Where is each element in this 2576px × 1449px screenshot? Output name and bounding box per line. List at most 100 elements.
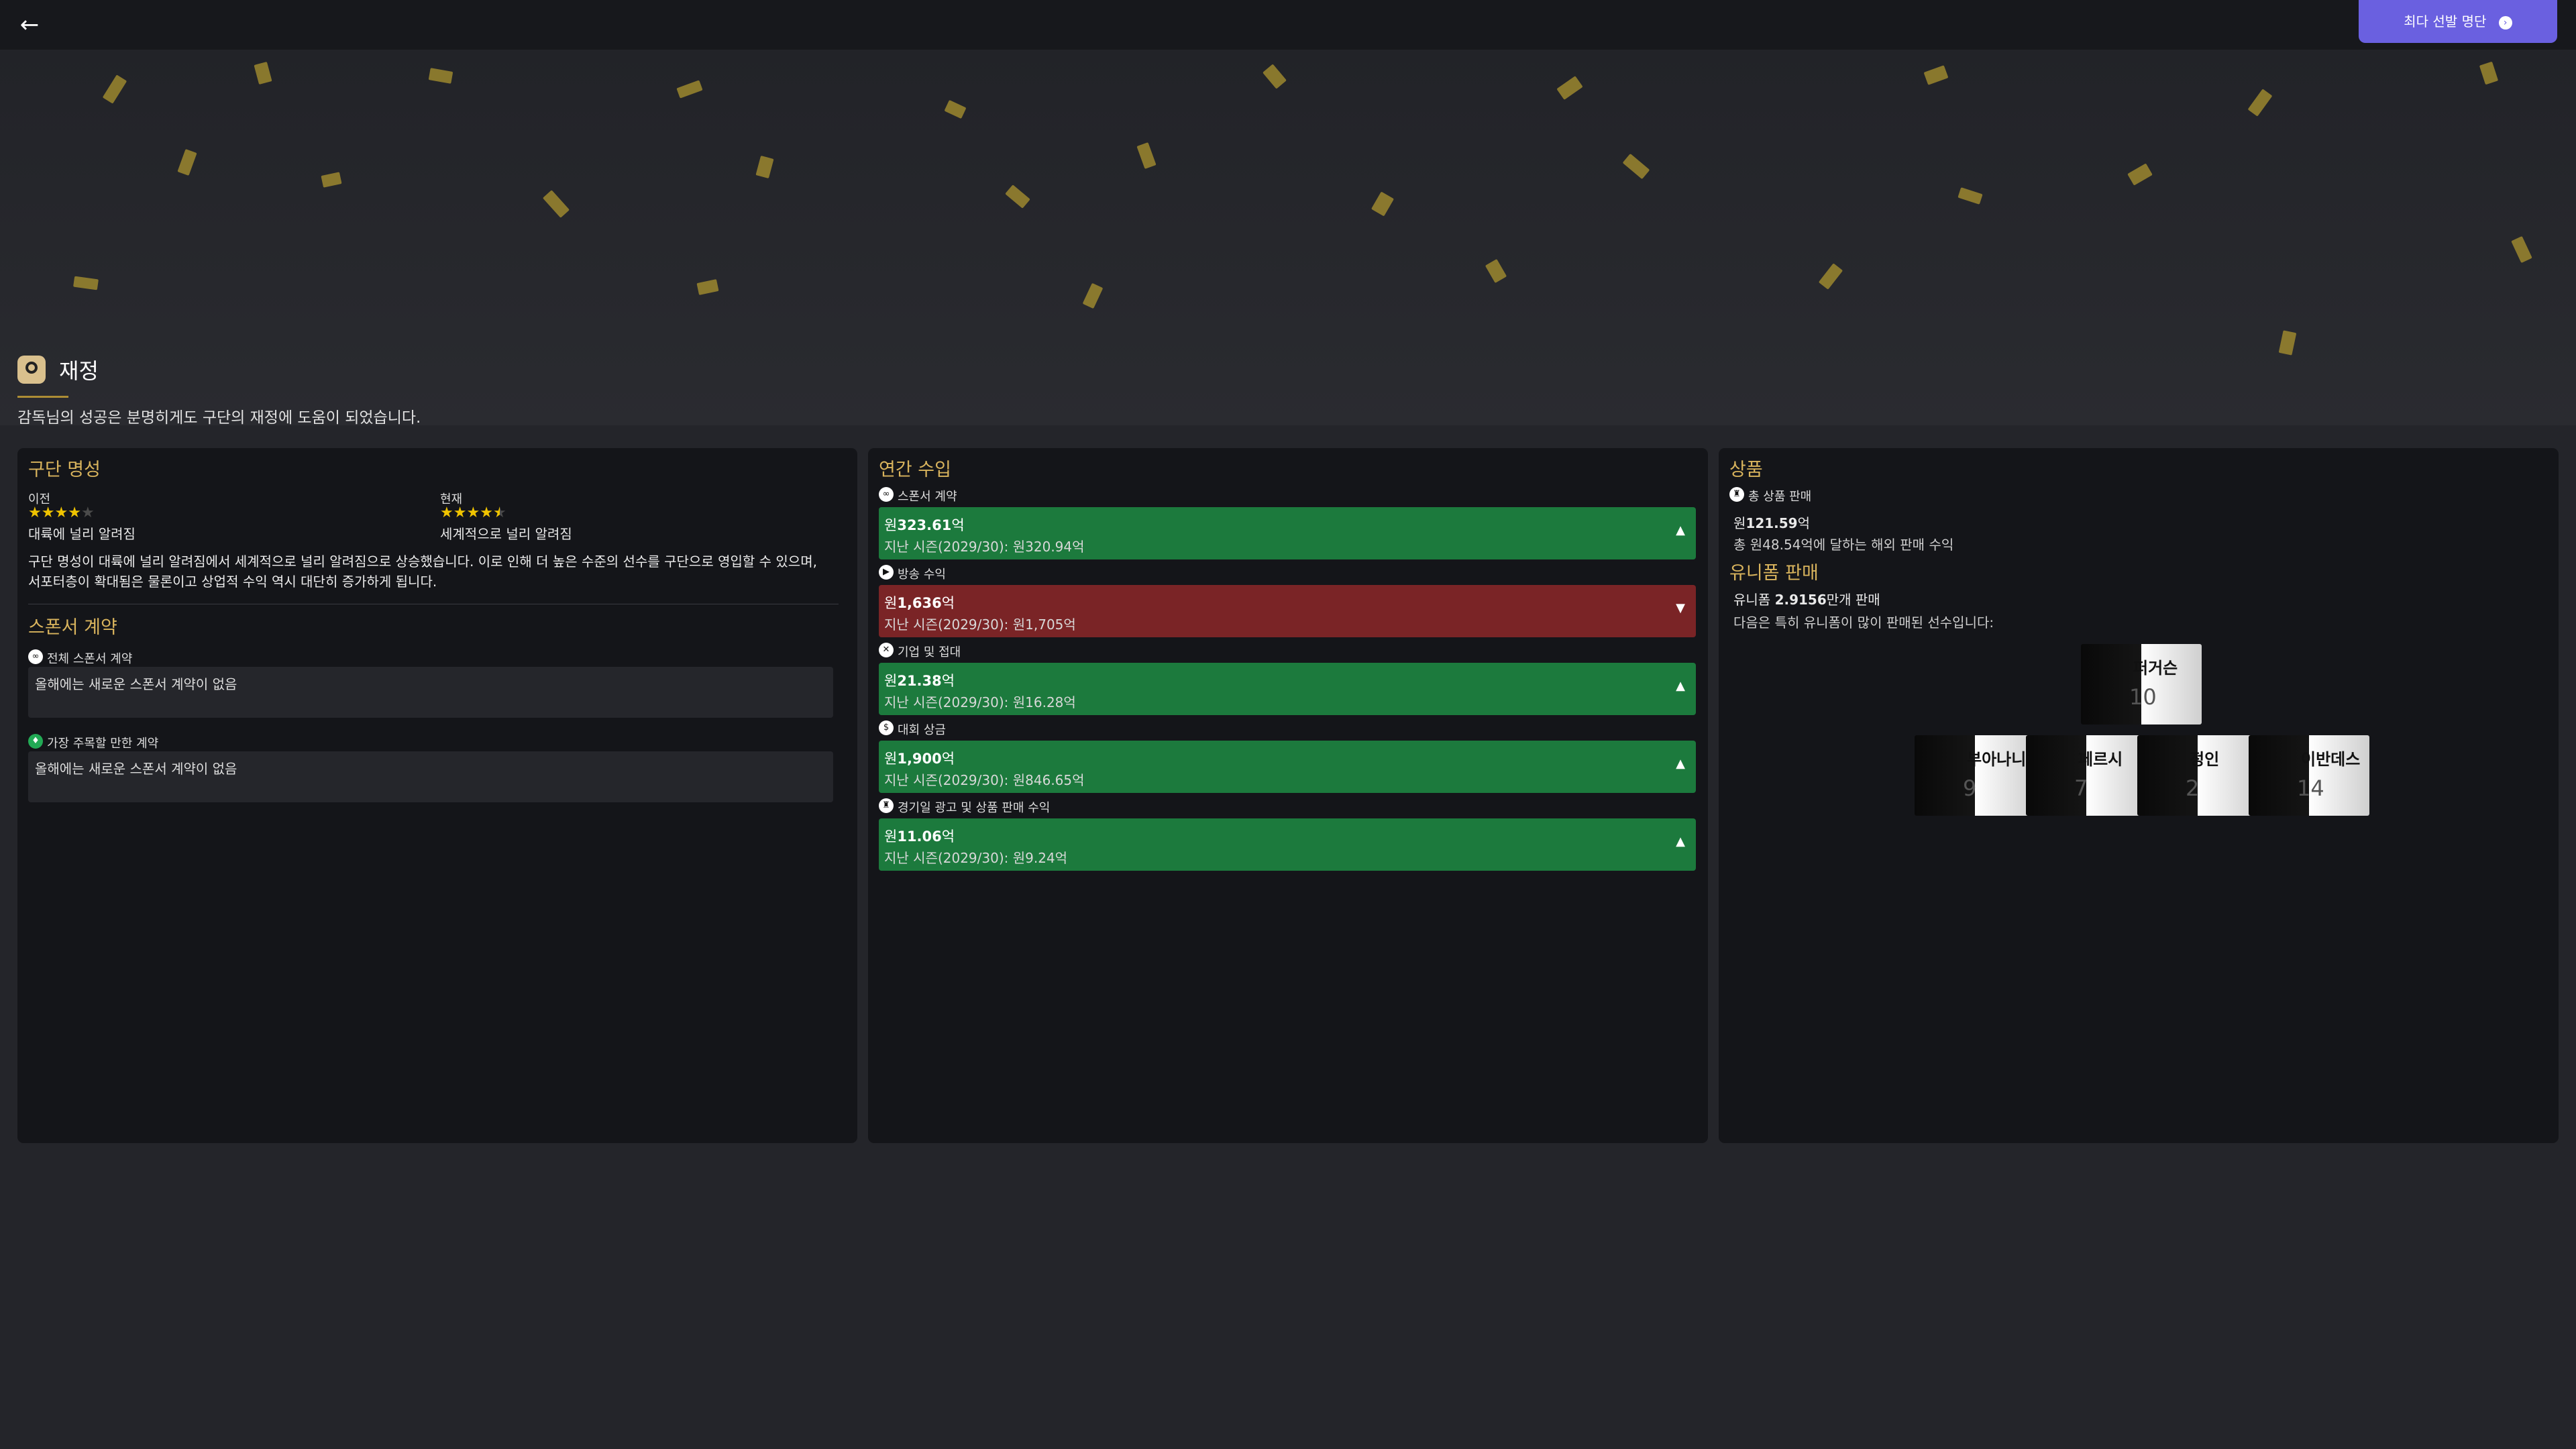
trend-up-icon: ▲	[1676, 757, 1685, 771]
jersey-number: 10	[2129, 684, 2157, 710]
uniform-sales-value: 2.9156	[1774, 592, 1827, 608]
uniform-sales-desc: 다음은 특히 유니폼이 많이 판매된 선수입니다:	[1733, 614, 1994, 631]
reputation-title: 구단 명성	[28, 460, 101, 480]
page-subtitle: 감독님의 성공은 분명히게도 구단의 재정에 도움이 되었습니다.	[17, 409, 421, 427]
page-title: 재정	[59, 358, 99, 384]
jersey-name: 페르시	[2078, 750, 2123, 769]
sponsor-title: 스폰서 계약	[28, 617, 117, 638]
jersey-name: 퍼거슨	[2133, 659, 2178, 678]
reputation-current-stars: ★★★★★	[440, 504, 506, 521]
income-sponsor-bar: 원323.61억 지난 시즌(2029/30): 원320.94억 ▲	[879, 507, 1696, 559]
income-label: 대회 상금	[898, 723, 946, 737]
star-icon: ★	[480, 504, 493, 521]
unit: 억	[1797, 515, 1810, 531]
trend-up-icon: ▲	[1676, 679, 1685, 693]
jersey-card: 부아나니 9	[1915, 735, 2035, 816]
income-value: 11.06	[897, 828, 942, 845]
reputation-previous-text: 대륙에 널리 알려짐	[28, 526, 136, 542]
annual-income-panel: 연간 수입 ∞ 스폰서 계약 원323.61억 지난 시즌(2029/30): …	[868, 448, 1708, 1143]
trend-down-icon: ▼	[1676, 601, 1685, 615]
currency-prefix: 원	[884, 828, 898, 845]
shirt-icon: ♜	[1729, 487, 1744, 502]
unit: 억	[951, 517, 965, 533]
currency-prefix: 원	[884, 751, 898, 767]
unit: 억	[941, 828, 955, 845]
corporate-icon: ✕	[879, 643, 894, 657]
reputation-description: 구단 명성이 대륙에 널리 알려짐에서 세계적으로 널리 알려짐으로 상승했습니…	[28, 553, 817, 590]
trend-up-icon: ▲	[1676, 523, 1685, 537]
star-empty-icon: ★	[80, 504, 95, 521]
sponsor-total-label: 전체 스폰서 계약	[47, 652, 133, 666]
income-previous: 지난 시즌(2029/30): 원846.65억	[884, 772, 1085, 788]
sponsor-notable-label: 가장 주목할 만한 계약	[47, 737, 159, 751]
income-broadcast-bar: 원1,636억 지난 시즌(2029/30): 원1,705억 ▼	[879, 585, 1696, 637]
income-label: 방송 수익	[898, 568, 946, 582]
sponsor-total-box: 올해에는 새로운 스폰서 계약이 없음	[28, 667, 833, 718]
income-value: 21.38	[897, 673, 942, 689]
uniform-prefix: 유니폼	[1733, 592, 1775, 608]
unit: 억	[941, 595, 955, 611]
uniform-sales-title: 유니폼 판매	[1729, 563, 1819, 584]
sponsor-total-value: 올해에는 새로운 스폰서 계약이 없음	[35, 676, 237, 692]
reputation-panel: 구단 명성 이전 ★★★★★ 대륙에 널리 알려짐 현재 ★★★★★ 세계적으로…	[17, 448, 857, 1143]
income-prize-bar: 원1,900억 지난 시즌(2029/30): 원846.65억 ▲	[879, 741, 1696, 793]
star-icon: ★	[68, 504, 81, 521]
jersey-number: 14	[2297, 775, 2324, 801]
jersey-card: 페르시 7	[2026, 735, 2147, 816]
merchandise-total-desc: 총 원48.54억에 달하는 해외 판매 수익	[1733, 537, 1954, 553]
sponsor-notable-value: 올해에는 새로운 스폰서 계약이 없음	[35, 761, 237, 777]
sponsor-notable-box: 올해에는 새로운 스폰서 계약이 없음	[28, 751, 833, 802]
star-icon: ★	[54, 504, 68, 521]
star-icon: ★	[41, 504, 55, 521]
income-previous: 지난 시즌(2029/30): 원16.28억	[884, 694, 1076, 710]
jersey-name: 부아나니	[1967, 750, 2027, 769]
broadcast-icon: ▶	[879, 565, 894, 580]
uniform-suffix: 만개 판매	[1826, 592, 1880, 608]
back-button[interactable]: ←	[15, 12, 44, 38]
handshake-icon: ∞	[879, 487, 894, 502]
shirt-icon: ♜	[879, 798, 894, 813]
reputation-previous-stars: ★★★★★	[28, 504, 95, 521]
merchandise-title: 상품	[1729, 460, 1763, 480]
income-previous: 지난 시즌(2029/30): 원9.24억	[884, 850, 1068, 866]
jersey-number: 7	[2074, 775, 2088, 801]
trend-up-icon: ▲	[1676, 835, 1685, 849]
trophy-icon	[17, 356, 46, 384]
currency-prefix: 원	[884, 673, 898, 689]
income-label: 기업 및 접대	[898, 645, 961, 659]
income-corporate-bar: 원21.38억 지난 시즌(2029/30): 원16.28억 ▲	[879, 663, 1696, 715]
arrow-right-circle-icon: ›	[2498, 15, 2512, 30]
star-icon: ★	[453, 504, 467, 521]
jersey-card: 퍼거슨 10	[2081, 644, 2202, 724]
jersey-card: 이반데스 14	[2249, 735, 2369, 816]
merchandise-panel: 상품 ♜ 총 상품 판매 원121.59억 총 원48.54억에 달하는 해외 …	[1719, 448, 2559, 1143]
income-label: 경기일 광고 및 상품 판매 수익	[898, 801, 1051, 815]
title-underline	[17, 396, 68, 398]
star-icon: ★	[28, 504, 42, 521]
arrow-left-icon: ←	[19, 11, 40, 38]
currency-prefix: 원	[884, 517, 898, 533]
income-matchday-bar: 원11.06억 지난 시즌(2029/30): 원9.24억 ▲	[879, 818, 1696, 871]
handshake-icon: ∞	[28, 649, 43, 664]
jersey-card: 정인 2	[2137, 735, 2258, 816]
jersey-name: 정인	[2190, 750, 2220, 769]
currency-prefix: 원	[884, 595, 898, 611]
unit: 억	[941, 673, 955, 689]
star-icon: ★	[466, 504, 480, 521]
jersey-name: 이반데스	[2301, 750, 2361, 769]
income-value: 323.61	[897, 517, 952, 533]
annual-income-title: 연간 수입	[879, 460, 951, 480]
most-starts-lineup-label: 최다 선발 명단	[2404, 13, 2487, 30]
income-previous: 지난 시즌(2029/30): 원1,705억	[884, 616, 1076, 633]
income-label: 스폰서 계약	[898, 490, 957, 504]
income-value: 1,636	[897, 595, 942, 611]
most-starts-lineup-button[interactable]: 최다 선발 명단 ›	[2359, 0, 2557, 43]
jersey-number: 9	[1963, 775, 1977, 801]
half-star-icon: ★	[492, 504, 506, 521]
unit: 억	[941, 751, 955, 767]
prize-icon: $	[879, 720, 894, 735]
reputation-current-text: 세계적으로 널리 알려짐	[440, 526, 572, 542]
income-value: 1,900	[897, 751, 942, 767]
merchandise-total-label: 총 상품 판매	[1748, 490, 1812, 504]
merchandise-total-value: 121.59	[1746, 515, 1798, 531]
